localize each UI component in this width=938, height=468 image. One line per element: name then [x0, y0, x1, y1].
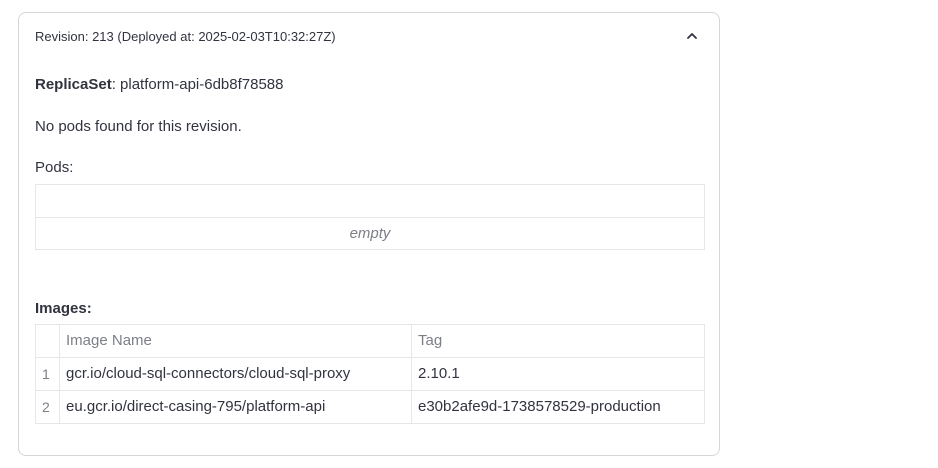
expander-header[interactable]: Revision: 213 (Deployed at: 2025-02-03T1…: [19, 13, 719, 59]
images-label: Images:: [35, 300, 92, 317]
row-index: 2: [36, 391, 60, 423]
expander-title: Revision: 213 (Deployed at: 2025-02-03T1…: [35, 29, 336, 44]
table-row[interactable]: 2 eu.gcr.io/direct-casing-795/platform-a…: [36, 391, 704, 423]
pods-table-header: [36, 185, 704, 218]
image-name-cell[interactable]: eu.gcr.io/direct-casing-795/platform-api: [60, 391, 412, 423]
image-name-cell[interactable]: gcr.io/cloud-sql-connectors/cloud-sql-pr…: [60, 358, 412, 390]
pods-empty-text: empty: [349, 225, 391, 242]
header-index: [36, 325, 60, 357]
tag-cell[interactable]: 2.10.1: [412, 358, 704, 390]
no-pods-message: No pods found for this revision.: [35, 118, 242, 135]
row-index: 1: [36, 358, 60, 390]
replicaset-value: platform-api-6db8f78588: [115, 76, 284, 93]
table-row[interactable]: 1 gcr.io/cloud-sql-connectors/cloud-sql-…: [36, 358, 704, 391]
revision-expander: Revision: 213 (Deployed at: 2025-02-03T1…: [18, 12, 720, 456]
pods-table[interactable]: empty: [35, 184, 705, 250]
header-tag[interactable]: Tag: [412, 325, 704, 357]
images-table-header: Image Name Tag: [36, 325, 704, 358]
header-image-name[interactable]: Image Name: [60, 325, 412, 357]
images-table[interactable]: Image Name Tag 1 gcr.io/cloud-sql-connec…: [35, 324, 705, 424]
replicaset-label: ReplicaSet: [35, 76, 112, 93]
pods-label: Pods:: [35, 159, 74, 176]
replicaset-line: ReplicaSet: platform-api-6db8f78588: [35, 75, 283, 95]
chevron-up-icon[interactable]: [685, 29, 699, 43]
tag-cell[interactable]: e30b2afe9d-1738578529-production: [412, 391, 704, 423]
